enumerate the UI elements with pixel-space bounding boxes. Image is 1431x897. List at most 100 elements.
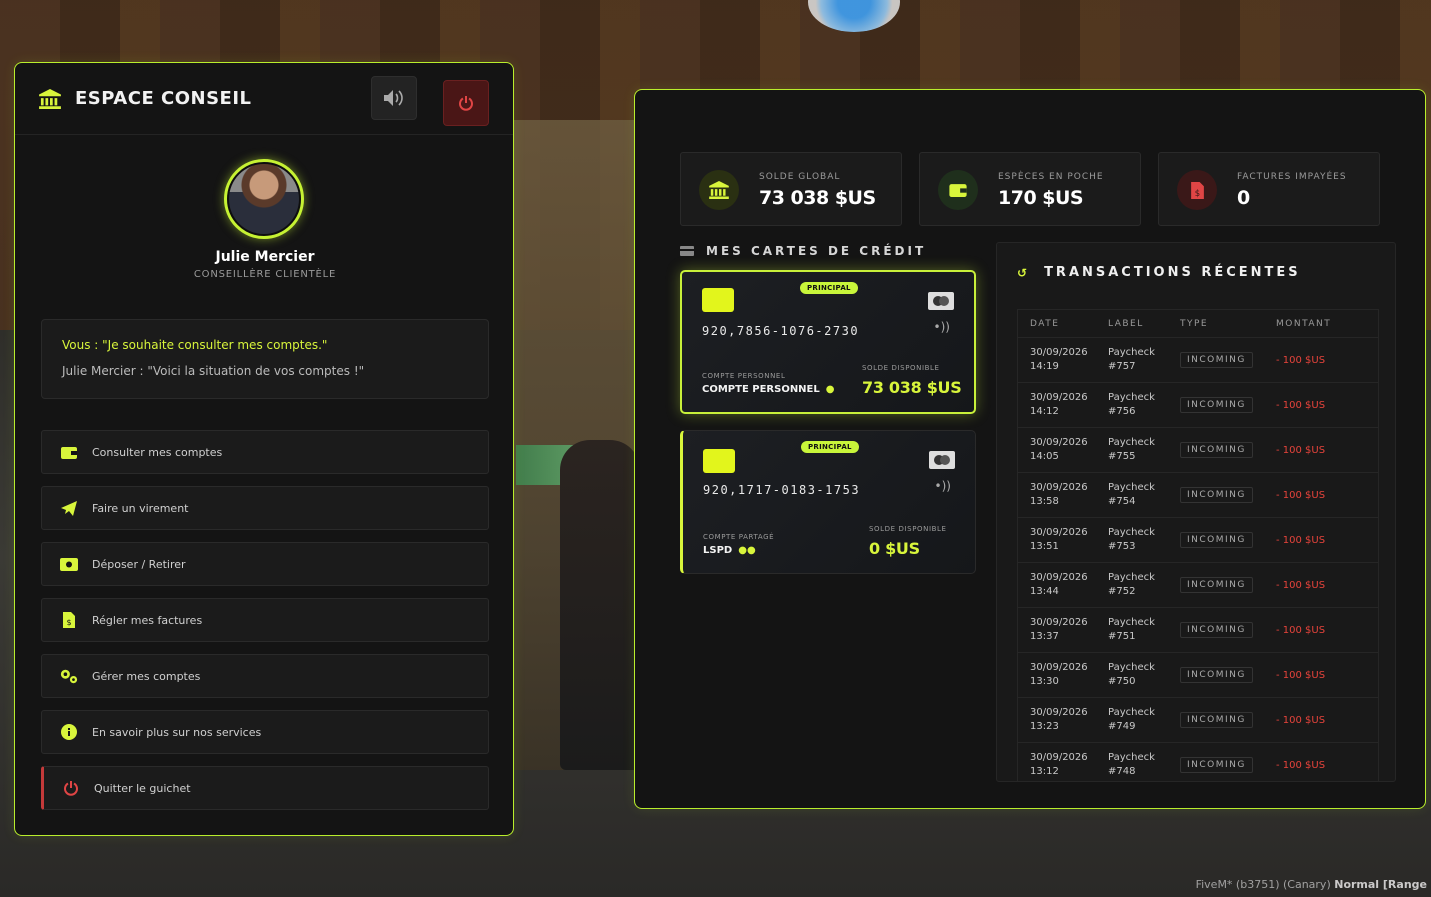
build-text: FiveM* (b3751) (Canary) [1195,878,1331,891]
row-date: 30/09/2026 13:12 [1018,751,1108,779]
card-badge: PRINCIPAL [801,441,859,453]
date-text: 30/09/2026 [1030,482,1088,493]
row-label: Paycheck #752 [1108,571,1180,599]
date-text: 30/09/2026 [1030,527,1088,538]
time-text: 13:58 [1030,496,1059,507]
menu-label: Déposer / Retirer [92,557,186,571]
row-label: Paycheck #757 [1108,346,1180,374]
card-balance-label: SOLDE DISPONIBLE [869,525,947,533]
card-balance-label: SOLDE DISPONIBLE [862,364,940,372]
background-character [560,440,640,770]
stat-label: FACTURES IMPAYÉES [1237,172,1347,182]
row-amount: - 100 $US [1276,669,1326,681]
date-text: 30/09/2026 [1030,392,1088,403]
card-number: 920,1717-0183-1753 [703,483,861,497]
menu-transfer[interactable]: Faire un virement [41,486,489,530]
row-label: Paycheck #749 [1108,706,1180,734]
ref-text: #754 [1108,496,1136,507]
type-badge: INCOMING [1180,397,1253,413]
info-icon [60,724,78,740]
row-label: Paycheck #753 [1108,526,1180,554]
time-text: 13:12 [1030,766,1059,777]
stat-unpaid-bills: $ FACTURES IMPAYÉES 0 [1158,152,1380,226]
invoice-icon: $ [60,612,78,628]
card-chip [702,288,734,312]
label-text: Paycheck [1108,617,1155,628]
advisor-panel: ESPACE CONSEIL Julie Mercier CONSEILLÈRE… [14,62,514,836]
transactions-table[interactable]: DATE LABEL TYPE MONTANT 30/09/2026 14:19 P… [1017,309,1379,781]
card-number: 920,7856-1076-2730 [702,324,860,338]
row-type: INCOMING [1180,352,1276,368]
advisor-role: CONSEILLÈRE CLIENTÈLE [193,269,337,280]
advisor-name: Julie Mercier [215,249,315,265]
menu-label: Consulter mes comptes [92,445,223,459]
power-icon [459,96,473,111]
row-amount: - 100 $US [1276,489,1326,501]
credit-card-2[interactable]: PRINCIPAL •)) 920,1717-0183-1753 COMPTE … [680,430,976,574]
date-text: 30/09/2026 [1030,347,1088,358]
credit-card-1[interactable]: PRINCIPAL •)) 920,7856-1076-2730 COMPTE … [680,270,976,414]
stat-value: 0 [1237,187,1250,209]
menu-manage-accounts[interactable]: Gérer mes comptes [41,654,489,698]
header-label: LABEL [1108,318,1144,329]
user-icon: ● [825,384,835,395]
invoice-icon: $ [1177,170,1217,210]
type-badge: INCOMING [1180,352,1253,368]
type-badge: INCOMING [1180,667,1253,683]
date-text: 30/09/2026 [1030,437,1088,448]
time-text: 13:51 [1030,541,1059,552]
type-badge: INCOMING [1180,532,1253,548]
table-body: 30/09/2026 14:19 Paycheck #757 INCOMING - 100… [1018,338,1378,781]
table-header: DATE LABEL TYPE MONTANT [1018,310,1378,338]
menu-learn-more[interactable]: En savoir plus sur nos services [41,710,489,754]
label-text: Paycheck [1108,482,1155,493]
table-row: 30/09/2026 14:19 Paycheck #757 INCOMING - 100… [1018,338,1378,383]
row-amount: - 100 $US [1276,579,1326,591]
label-text: Paycheck [1108,752,1155,763]
ref-text: #756 [1108,406,1136,417]
row-amount: - 100 $US [1276,759,1326,771]
card-balance: 73 038 $US [862,378,962,397]
menu-deposit-withdraw[interactable]: Déposer / Retirer [41,542,489,586]
time-text: 13:37 [1030,631,1059,642]
row-type: INCOMING [1180,712,1276,728]
bank-icon [39,88,61,109]
advisor-header: ESPACE CONSEIL [15,63,513,135]
date-text: 30/09/2026 [1030,572,1088,583]
row-amount: - 100 $US [1276,444,1326,456]
menu-label: Régler mes factures [92,613,203,627]
label-text: Paycheck [1108,347,1155,358]
sound-toggle-button[interactable] [371,76,417,120]
users-icon: ●● [738,545,756,556]
card-owner-text: COMPTE PERSONNEL [702,384,820,395]
menu-label: En savoir plus sur nos services [92,725,262,739]
row-label: Paycheck #751 [1108,616,1180,644]
dialog-user-line: Vous : "Je souhaite consulter mes compte… [62,338,328,352]
svg-text:$: $ [66,618,71,627]
table-row: 30/09/2026 13:30 Paycheck #750 INCOMING - 100… [1018,653,1378,698]
card-owner: COMPTE PERSONNEL ● [702,384,835,395]
date-text: 30/09/2026 [1030,752,1088,763]
label-text: Paycheck [1108,527,1155,538]
menu-consult-accounts[interactable]: Consulter mes comptes [41,430,489,474]
date-text: 30/09/2026 [1030,617,1088,628]
table-row: 30/09/2026 13:37 Paycheck #751 INCOMING - 100… [1018,608,1378,653]
row-type: INCOMING [1180,757,1276,773]
label-text: Paycheck [1108,572,1155,583]
label-text: Paycheck [1108,392,1155,403]
card-network-icon [928,292,954,310]
table-row: 30/09/2026 13:12 Paycheck #748 INCOMING - 100… [1018,743,1378,781]
close-button[interactable] [443,80,489,126]
time-text: 14:05 [1030,451,1059,462]
time-text: 13:44 [1030,586,1059,597]
menu-label: Quitter le guichet [94,781,191,795]
menu-label: Faire un virement [92,501,189,515]
date-text: 30/09/2026 [1030,707,1088,718]
menu-pay-bills[interactable]: $ Régler mes factures [41,598,489,642]
type-badge: INCOMING [1180,577,1253,593]
row-date: 30/09/2026 13:23 [1018,706,1108,734]
menu-quit[interactable]: Quitter le guichet [41,766,489,810]
contactless-icon: •)) [934,479,951,493]
row-date: 30/09/2026 13:58 [1018,481,1108,509]
type-badge: INCOMING [1180,622,1253,638]
